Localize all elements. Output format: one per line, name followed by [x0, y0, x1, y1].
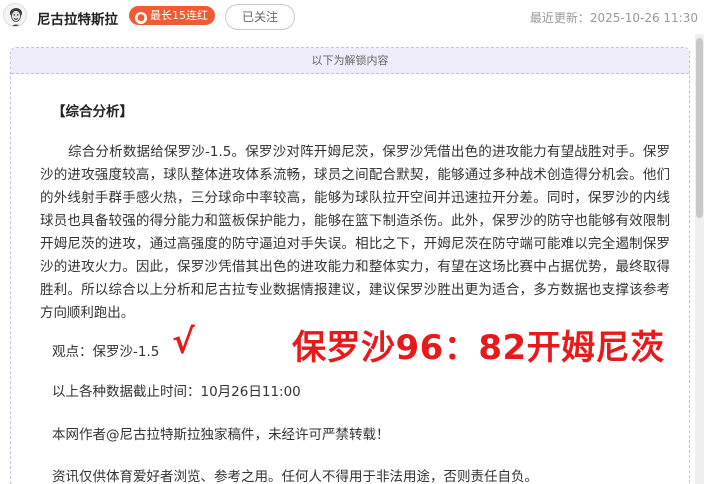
page-scrollbar[interactable] — [695, 34, 704, 484]
streak-badge: ● 最长15连红 — [129, 6, 215, 25]
flame-icon: ● — [135, 12, 147, 24]
final-score: 保罗沙96：82开姆尼茨 — [292, 328, 665, 368]
viewpoint: 观点：保罗沙-1.5 — [52, 344, 160, 360]
disclaimer: 资讯仅供体育爱好者浏览、参考之用。任何人不得用于非法用途，否则责任自负。 — [52, 469, 538, 484]
last-updated: 最近更新：2025-10-26 11:30 — [530, 9, 698, 26]
copyright-notice: 本网作者@尼古拉特斯拉独家稿件，未经许可严禁转载！ — [52, 427, 390, 443]
unlock-banner: 以下为解锁内容 — [11, 48, 689, 74]
avatar[interactable] — [3, 3, 27, 27]
data-cutoff: 以上各种数据截止时间：10月26日11:00 — [52, 384, 301, 400]
check-mark-icon: √ — [172, 322, 195, 362]
portrait-icon — [10, 8, 22, 26]
author-name[interactable]: 尼古拉特斯拉 — [37, 8, 118, 28]
follow-button[interactable]: 已关注 — [225, 4, 295, 30]
analysis-paragraph: 综合分析数据给保罗沙-1.5。保罗沙对阵开姆尼茨，保罗沙凭借出色的进攻能力有望战… — [40, 144, 670, 321]
author-header: 尼古拉特斯拉 ● 最长15连红 已关注 最近更新：2025-10-26 11:30 — [0, 0, 704, 34]
last-updated-value: 2025-10-26 11:30 — [589, 11, 698, 25]
section-title: 【综合分析】 — [52, 104, 133, 120]
scrollbar-thumb[interactable] — [696, 38, 703, 218]
streak-badge-label: 最长15连红 — [150, 9, 208, 22]
last-updated-label: 最近更新： — [529, 11, 590, 25]
